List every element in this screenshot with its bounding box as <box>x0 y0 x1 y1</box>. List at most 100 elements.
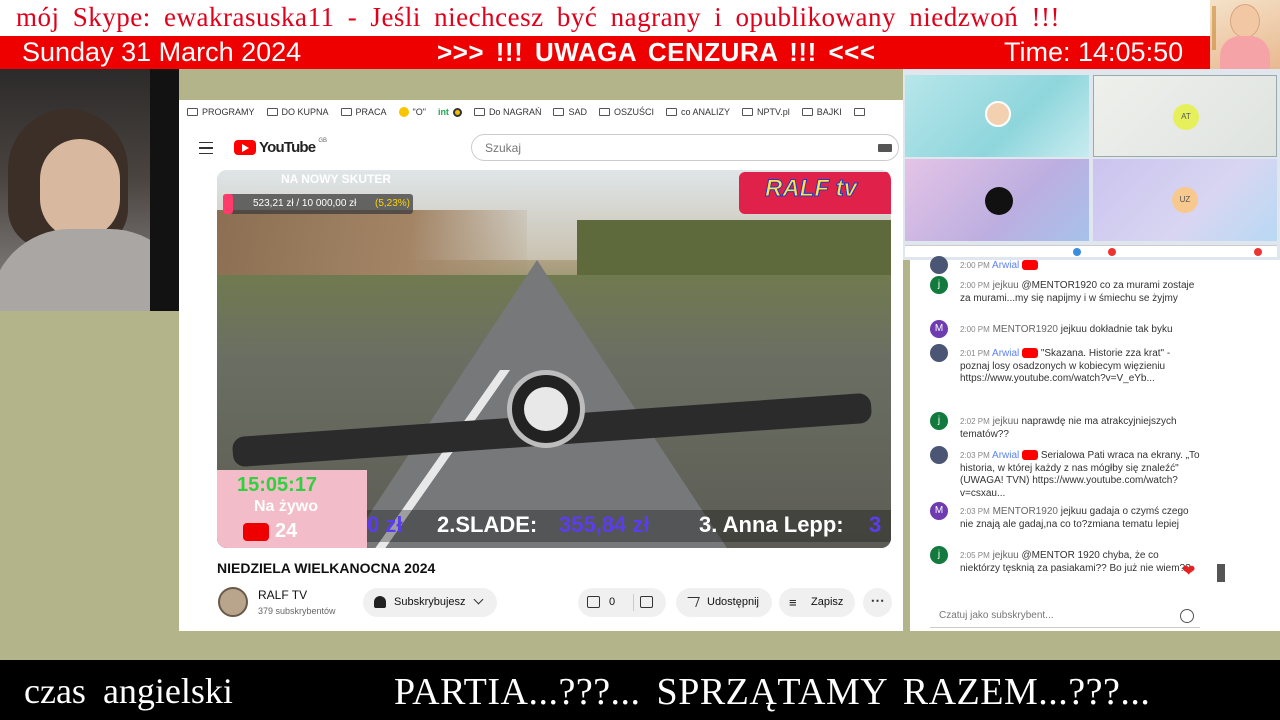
youtube-play-icon <box>234 140 256 155</box>
chat-author[interactable]: jejkuu <box>993 280 1019 291</box>
guest-tile-4[interactable]: UZ <box>1093 159 1277 241</box>
bookmark-do-nagran[interactable]: Do NAGRAŃ <box>473 107 542 117</box>
chat-author[interactable]: jejkuu <box>993 416 1019 427</box>
bookmark-oszusci[interactable]: OSZUŚCI <box>598 107 654 117</box>
chat-user-avatar[interactable]: M <box>930 502 948 520</box>
bookmarks-bar: PROGRAMY DO KUPNA PRACA "O" int Do NAGRA… <box>179 100 903 124</box>
channel-avatar[interactable] <box>218 587 248 617</box>
stream-guest-panel: AT UZ <box>903 69 1280 260</box>
chat-time: 2:03 PM <box>960 451 990 460</box>
save-button[interactable]: ≡ Zapisz <box>779 588 855 617</box>
menu-icon[interactable] <box>199 142 213 154</box>
live-channel: 24 <box>275 520 298 542</box>
guest-tile-3[interactable] <box>905 159 1089 241</box>
video-player[interactable]: NA NOWY SKUTER 523,21 zł / 10 000,00 zł … <box>217 170 891 548</box>
guest-avatar <box>985 187 1013 215</box>
goal-progress-bar: 523,21 zł / 10 000,00 zł (5,23%) <box>223 194 413 214</box>
chat-author[interactable]: MENTOR1920 <box>993 324 1058 335</box>
heart-reaction-button[interactable]: ❤ <box>1182 561 1195 581</box>
share-screen-icon[interactable] <box>1073 248 1081 256</box>
bookmark-o[interactable]: "O" <box>398 107 426 117</box>
bookmark-praca[interactable]: PRACA <box>340 107 387 117</box>
chat-user-avatar[interactable] <box>930 256 948 274</box>
subscribe-button[interactable]: Subskrybujesz <box>363 588 497 617</box>
more-actions-button[interactable]: ⋯ <box>863 588 892 617</box>
chat-user-avatar[interactable]: j <box>930 412 948 430</box>
date-label: Sunday 31 March 2024 <box>22 37 302 67</box>
chat-author[interactable]: Arwial <box>992 260 1019 271</box>
chat-author[interactable]: Arwial <box>992 348 1019 359</box>
chat-user-avatar[interactable]: j <box>930 276 948 294</box>
folder-icon <box>553 108 565 116</box>
chat-time: 2:03 PM <box>960 507 990 516</box>
chat-message: 2:03 PM Arwial Serialowa Pati wraca na e… <box>960 450 1200 500</box>
bookmark-programy[interactable]: PROGRAMY <box>187 107 255 117</box>
search-box[interactable]: Szukaj <box>471 134 899 161</box>
search-input[interactable]: Szukaj <box>485 141 521 155</box>
youtube-icon <box>1022 348 1039 359</box>
bookmark-label: PROGRAMY <box>202 107 255 117</box>
folder-icon <box>340 108 352 116</box>
folder-icon <box>473 108 485 116</box>
guest-avatar <box>985 101 1011 127</box>
dislike-button[interactable] <box>640 596 653 608</box>
bookmark-label: Do NAGRAŃ <box>488 107 542 117</box>
chat-user-avatar[interactable] <box>930 446 948 464</box>
bookmark-co-analizy[interactable]: co ANALIZY <box>665 107 730 117</box>
live-label: Na żywo <box>254 498 319 515</box>
like-button[interactable]: 0 <box>587 594 631 611</box>
chat-text: jejkuu dokładnie tak byku <box>1060 324 1173 335</box>
bookmark-sad[interactable]: SAD <box>553 107 587 117</box>
streamer-avatar <box>1210 0 1280 69</box>
bookmark-do-kupna[interactable]: DO KUPNA <box>266 107 329 117</box>
add-to-playlist-icon: ≡ <box>789 595 797 610</box>
like-dislike-group: 0 <box>578 588 666 617</box>
chat-input[interactable]: Czatuj jako subskrybent... <box>930 604 1200 628</box>
bookmark-label: int <box>437 107 449 117</box>
folder-icon <box>187 108 198 116</box>
youtube-icon <box>1022 260 1039 271</box>
bookmark-int[interactable]: int <box>438 107 462 117</box>
chat-time: 2:01 PM <box>960 349 990 358</box>
bookmark-label: SAD <box>568 107 587 117</box>
ticker-second-name: 2.SLADE: <box>437 512 538 537</box>
bookmark-more[interactable] <box>853 108 865 116</box>
chat-author[interactable]: MENTOR1920 <box>993 506 1058 517</box>
time-label: Time: 14:05:50 <box>1004 37 1184 67</box>
save-label: Zapisz <box>811 596 844 608</box>
ticker-prefix: 0 zł <box>367 512 403 537</box>
chat-author[interactable]: jejkuu <box>993 550 1019 561</box>
chat-user-avatar[interactable]: M <box>930 320 948 338</box>
date-time-banner: Sunday 31 March 2024 >>> !!! UWAGA CENZU… <box>0 36 1210 69</box>
chat-message: 2:03 PM MENTOR1920 jejkuu gadaja o czymś… <box>960 506 1200 531</box>
keyboard-icon[interactable] <box>878 144 892 152</box>
bookmark-bajki[interactable]: BAJKI <box>801 107 842 117</box>
live-clock: 15:05:17 <box>237 474 318 496</box>
channel-name[interactable]: RALF TV <box>258 588 307 602</box>
youtube-logo[interactable]: YouTube GB <box>234 137 328 156</box>
stream-controls-bar[interactable] <box>905 245 1277 257</box>
bookmark-label: PRACA <box>355 107 387 117</box>
bookmark-nptv[interactable]: NPTV.pl <box>742 107 790 117</box>
guest-avatar: UZ <box>1172 187 1198 213</box>
guest-tile-1[interactable] <box>905 75 1089 157</box>
bottom-ticker: czas angielski PARTIA...???... SPRZĄTAMY… <box>0 660 1280 720</box>
chat-author[interactable]: Arwial <box>992 450 1019 461</box>
heart-reaction-icon[interactable] <box>1254 248 1262 256</box>
share-button[interactable]: Udostępnij <box>676 588 772 617</box>
youtube-logo-text: YouTube <box>259 139 316 156</box>
folder-icon <box>742 108 754 116</box>
live-tv-icon <box>243 523 269 541</box>
emoji-picker-icon[interactable] <box>1180 609 1194 623</box>
chat-scrollbar[interactable] <box>1216 260 1226 600</box>
guest-tile-2[interactable]: AT <box>1093 75 1277 157</box>
folder-icon <box>665 108 677 116</box>
region-code: GB <box>318 137 328 144</box>
chat-user-avatar[interactable]: j <box>930 546 948 564</box>
end-call-icon[interactable] <box>1108 248 1116 256</box>
like-count: 0 <box>609 596 616 608</box>
chat-user-avatar[interactable] <box>930 344 948 362</box>
folder-icon <box>598 108 610 116</box>
live-clock-box: 15:05:17 Na żywo 24 <box>217 470 367 548</box>
ralf-tv-badge: RALF tv <box>739 172 891 214</box>
